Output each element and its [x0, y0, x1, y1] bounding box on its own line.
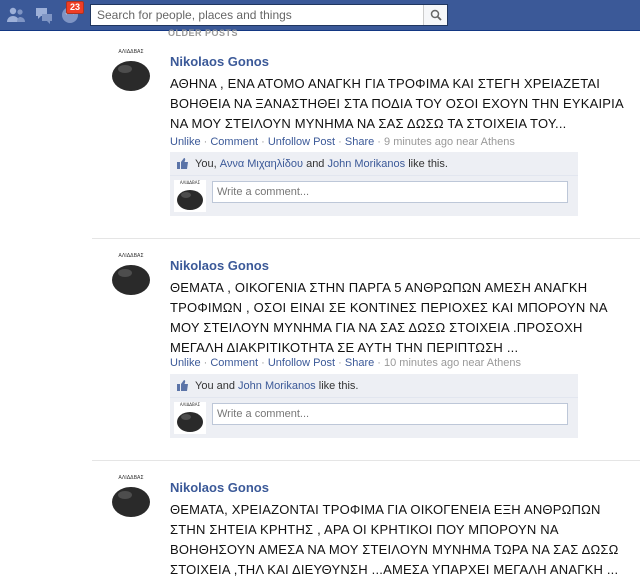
post-line: ΝΑ ΜΟΥ ΣΤΕΙΛΟΥΝ ΜΥΝΗΜΑ ΝΑ ΣΑΣ ΔΩΣΩ ΤΑ ΣΤ… [170, 116, 567, 131]
post-author[interactable]: Nikolaos Gonos [170, 258, 269, 273]
post-line: ΒΟΗΘΗΣΟΥΝ ΑΜΕΣΑ ΝΑ ΜΟΥ ΣΤΕΙΛΟΥΝ ΜΥΝΗΜΑ Τ… [170, 542, 619, 557]
liker-link[interactable]: John Morikanos [238, 380, 316, 392]
avatar[interactable]: ΑΛΙΔΔΒΑΣ [108, 48, 154, 94]
feedback-box: You and John Morikanos like this. ΑΛΙΔΔΒ… [170, 374, 578, 438]
story-divider [92, 238, 640, 239]
feedback-box: You, Αννα Μιχαηλίδου and John Morikanos … [170, 152, 578, 216]
post-author[interactable]: Nikolaos Gonos [170, 54, 269, 69]
post-author[interactable]: Nikolaos Gonos [170, 480, 269, 495]
post-timestamp[interactable]: 10 minutes ago near Athens [384, 357, 521, 369]
avatar[interactable]: ΑΛΙΔΔΒΑΣ [174, 180, 206, 212]
svg-text:ΑΛΙΔΔΒΑΣ: ΑΛΙΔΔΒΑΣ [180, 180, 201, 185]
avatar[interactable]: ΑΛΙΔΔΒΑΣ [108, 252, 154, 298]
post-line: ΣΤΗΝ ΣΗΤΕΙΑ ΚΡΗΤΗΣ , ΑΡΑ ΟΙ ΚΡΗΤΙΚΟΙ ΠΟΥ… [170, 522, 559, 537]
post-timestamp[interactable]: 9 minutes ago near Athens [384, 136, 515, 148]
notification-badge[interactable]: 23 [66, 1, 85, 14]
comment-composer: ΑΛΙΔΔΒΑΣ Write a comment... [170, 176, 578, 216]
story-divider [92, 460, 640, 461]
comment-link[interactable]: Comment [210, 136, 258, 148]
svg-text:ΑΛΙΔΔΒΑΣ: ΑΛΙΔΔΒΑΣ [118, 475, 143, 481]
post-line: ΘΕΜΑΤΑ, ΧΡΕΙΑΖΟΝΤΑΙ ΤΡΟΦΙΜΑ ΓΙΑ ΟΙΚΟΓΕΝΕ… [170, 502, 601, 517]
avatar[interactable]: ΑΛΙΔΔΒΑΣ [174, 402, 206, 434]
likes-text: You, Αννα Μιχαηλίδου and John Morikanos … [195, 157, 448, 170]
svg-text:ΑΛΙΔΔΒΑΣ: ΑΛΙΔΔΒΑΣ [180, 402, 201, 407]
like-thumb-icon [177, 158, 188, 169]
comment-link[interactable]: Comment [210, 357, 258, 369]
post-line: ΑΘΗΝΑ , ΕΝΑ ΑΤΟΜΟ ΑΝΑΓΚΗ ΓΙΑ ΤΡΟΦΙΜΑ ΚΑΙ… [170, 76, 601, 91]
unfollow-post-link[interactable]: Unfollow Post [268, 357, 335, 369]
comment-composer: ΑΛΙΔΔΒΑΣ Write a comment... [170, 398, 578, 438]
post-line: ΤΡΟΦΙΜΩΝ , ΟΣΟΙ ΕΙΝΑΙ ΣΕ ΚΟΝΤΙΝΕΣ ΠΕΡΙΟΧ… [170, 300, 608, 315]
liker-link[interactable]: John Morikanos [327, 158, 405, 170]
feed-story: ΑΛΙΔΔΒΑΣ Nikolaos Gonos ΘΕΜΑΤΑ, ΧΡΕΙΑΖΟΝ… [92, 466, 640, 583]
post-line: ΣΤΟΙΧΕΙΑ ,ΤΗΛ ΚΑΙ ΔΙΕΥΘΥΝΣΗ ...ΑΜΕΣΑ ΥΠΑ… [170, 562, 619, 577]
unlike-link[interactable]: Unlike [170, 357, 201, 369]
post-message: ΘΕΜΑΤΑ , ΟΙΚΟΓΕΝΙΑ ΣΤΗΝ ΠΑΡΓΑ 5 ΑΝΘΡΩΠΩΝ… [170, 278, 625, 358]
post-line: ΜΕΓΑΛΗ ΔΙΑΚΡΙΤΙΚΟΤΗΤΑ ΣΕ ΑΥΤΗ ΤΗΝ ΠΕΡΙΠΤ… [170, 340, 519, 355]
friends-icon[interactable] [6, 5, 26, 25]
likes-summary: You, Αννα Μιχαηλίδου and John Morikanos … [170, 152, 578, 176]
like-thumb-icon [177, 380, 188, 391]
share-link[interactable]: Share [345, 357, 374, 369]
messages-icon[interactable] [34, 5, 54, 25]
post-message: ΑΘΗΝΑ , ΕΝΑ ΑΤΟΜΟ ΑΝΑΓΚΗ ΓΙΑ ΤΡΟΦΙΜΑ ΚΑΙ… [170, 74, 625, 134]
post-line: ΜΟΥ ΣΤΕΙΛΟΥΝ ΜΥΝΗΜΑ ΓΙΑ ΝΑ ΣΑΣ ΔΩΣΩ ΣΤΟΙ… [170, 320, 583, 335]
svg-text:ΑΛΙΔΔΒΑΣ: ΑΛΙΔΔΒΑΣ [118, 49, 143, 55]
comment-input[interactable]: Write a comment... [212, 403, 568, 425]
post-message: ΘΕΜΑΤΑ, ΧΡΕΙΑΖΟΝΤΑΙ ΤΡΟΦΙΜΑ ΓΙΑ ΟΙΚΟΓΕΝΕ… [170, 500, 625, 580]
liker-link[interactable]: Αννα Μιχαηλίδου [220, 158, 303, 170]
top-bar: 23 [0, 0, 640, 31]
likes-summary: You and John Morikanos like this. [170, 374, 578, 398]
share-link[interactable]: Share [345, 136, 374, 148]
older-posts-label[interactable]: OLDER POSTS [168, 28, 238, 38]
unfollow-post-link[interactable]: Unfollow Post [268, 136, 335, 148]
search-icon [430, 9, 442, 21]
avatar[interactable]: ΑΛΙΔΔΒΑΣ [108, 474, 154, 520]
post-line: ΘΕΜΑΤΑ , ΟΙΚΟΓΕΝΙΑ ΣΤΗΝ ΠΑΡΓΑ 5 ΑΝΘΡΩΠΩΝ… [170, 280, 588, 295]
unlike-link[interactable]: Unlike [170, 136, 201, 148]
search-button[interactable] [423, 5, 447, 25]
svg-text:ΑΛΙΔΔΒΑΣ: ΑΛΙΔΔΒΑΣ [118, 253, 143, 259]
comment-input[interactable]: Write a comment... [212, 181, 568, 203]
feed-story: ΑΛΙΔΔΒΑΣ Nikolaos Gonos ΘΕΜΑΤΑ , ΟΙΚΟΓΕΝ… [92, 244, 640, 456]
search-box[interactable] [90, 4, 448, 26]
post-actions: Unlike · Comment · Unfollow Post · Share… [170, 357, 521, 369]
likes-text: You and John Morikanos like this. [195, 379, 359, 392]
post-actions: Unlike · Comment · Unfollow Post · Share… [170, 136, 515, 148]
post-line: ΒΟΗΘΕΙΑ ΝΑ ΞΑΝΑΣΤΗΘΕΙ ΣΤΑ ΠΟΔΙΑ ΤΟΥ ΟΣΟΙ… [170, 96, 624, 111]
feed-story: ΑΛΙΔΔΒΑΣ Nikolaos Gonos ΑΘΗΝΑ , ΕΝΑ ΑΤΟΜ… [92, 44, 640, 240]
search-input[interactable] [91, 5, 423, 25]
